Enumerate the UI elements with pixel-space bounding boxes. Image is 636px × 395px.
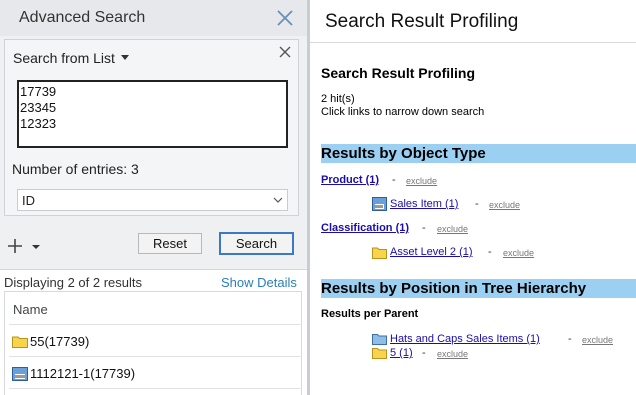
product-filter-link[interactable]: Product (1): [321, 174, 379, 186]
table-row-label: 55(17739): [30, 334, 90, 349]
product-icon: [372, 197, 387, 211]
table-row[interactable]: 55(17739): [5, 325, 303, 356]
folder-icon: [12, 336, 28, 348]
separator-dash: -: [568, 333, 572, 345]
profiling-header: Search Result Profiling: [310, 0, 636, 43]
classification-filter-link[interactable]: Classification (1): [321, 222, 409, 234]
hats-caps-filter-link[interactable]: Hats and Caps Sales Items (1): [390, 333, 540, 345]
blue-folder-icon: [372, 334, 387, 345]
exclude-link[interactable]: exclude: [489, 200, 520, 210]
product-icon: [12, 367, 28, 381]
sales-item-filter-link[interactable]: Sales Item (1): [390, 198, 458, 210]
section-title: Results by Object Type: [321, 145, 486, 162]
close-icon[interactable]: [278, 45, 292, 59]
hits-count: 2 hit(s): [321, 93, 355, 105]
search-from-list-box: Search from List 17739 23345 12323 Number …: [4, 39, 299, 216]
entry-line: 23345: [20, 100, 57, 115]
add-menu-button[interactable]: [7, 237, 43, 257]
results-area: Displaying 2 of 2 results Show Details N…: [0, 269, 307, 395]
panel-title: Search Result Profiling: [325, 11, 519, 32]
separator-dash: -: [475, 198, 479, 210]
exclude-link[interactable]: exclude: [437, 224, 468, 234]
separator-dash: -: [422, 222, 426, 234]
exclude-link[interactable]: exclude: [406, 176, 437, 186]
asset-level-filter-link[interactable]: Asset Level 2 (1): [390, 246, 473, 258]
search-mode-dropdown[interactable]: Search from List: [13, 50, 115, 66]
entries-textarea[interactable]: 17739 23345 12323: [17, 80, 288, 148]
row-divider: [9, 388, 302, 389]
exclude-link[interactable]: exclude: [582, 335, 613, 345]
column-header-name[interactable]: Name: [13, 302, 48, 317]
search-button[interactable]: Search: [219, 232, 294, 255]
advanced-search-header: Advanced Search: [0, 0, 307, 36]
chevron-down-icon: [273, 197, 283, 203]
entries-count-label: Number of entries: 3: [12, 161, 139, 177]
exclude-link[interactable]: exclude: [437, 349, 468, 359]
id-type-select[interactable]: ID: [17, 189, 288, 211]
section-tree-position: Results by Position in Tree Hierarchy: [321, 279, 636, 298]
folder-icon: [372, 247, 387, 259]
hint-text: Click links to narrow down search: [321, 106, 485, 118]
entry-line: 12323: [20, 116, 57, 131]
folder-icon: [372, 348, 387, 359]
exclude-link[interactable]: exclude: [503, 248, 534, 258]
profiling-heading: Search Result Profiling: [321, 65, 476, 81]
table-row[interactable]: 1112121-1(17739): [5, 357, 303, 388]
advanced-search-panel: Advanced Search Search from List 17739 23…: [0, 0, 307, 395]
show-details-link[interactable]: Show Details: [221, 275, 297, 290]
section-title: Results by Position in Tree Hierarchy: [321, 280, 587, 297]
reset-button[interactable]: Reset: [138, 233, 202, 254]
caret-down-icon[interactable]: [121, 55, 129, 60]
close-icon[interactable]: [276, 9, 294, 27]
section-object-type: Results by Object Type: [321, 144, 636, 163]
results-table: Name 55(17739) 1112121-1(17739): [4, 291, 302, 395]
separator-dash: -: [392, 174, 396, 186]
separator-dash: -: [422, 347, 426, 359]
profiling-panel: Search Result Profiling Search Result Pr…: [310, 0, 636, 395]
results-per-parent-label: Results per Parent: [321, 308, 419, 320]
table-row-label: 1112121-1(17739): [30, 366, 136, 381]
id-type-select-value: ID: [22, 193, 35, 208]
panel-title: Advanced Search: [19, 9, 146, 26]
results-count-label: Displaying 2 of 2 results: [4, 275, 143, 290]
separator-dash: -: [488, 246, 492, 258]
five-filter-link[interactable]: 5 (1): [390, 347, 413, 359]
entry-line: 17739: [20, 84, 57, 99]
